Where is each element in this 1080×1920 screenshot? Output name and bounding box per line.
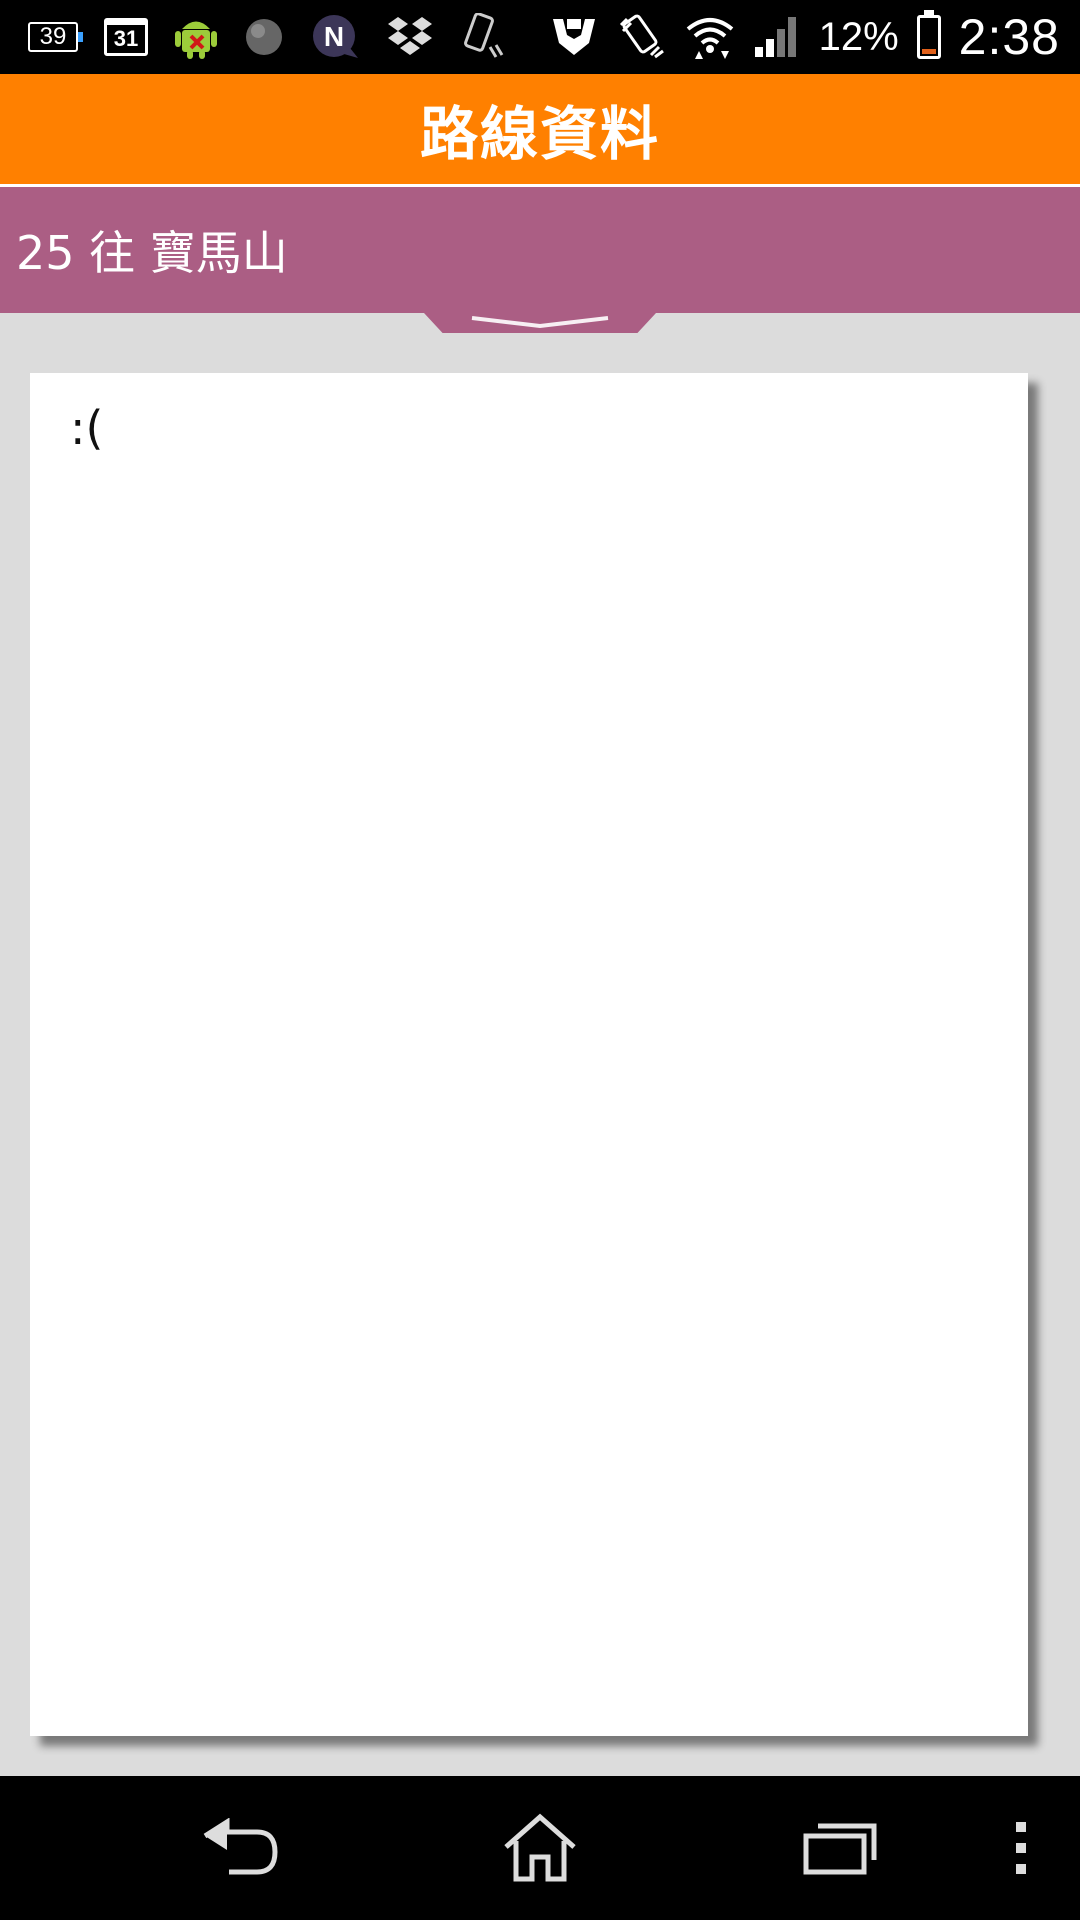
back-button[interactable] [186, 1806, 296, 1890]
notification-count-icon: 39 [28, 14, 83, 60]
status-clock: 2:38 [958, 9, 1060, 65]
content-card: :( [30, 373, 1028, 1736]
route-header[interactable]: 25 往 寶馬山 [0, 187, 1080, 313]
empty-state-message: :( [70, 401, 104, 455]
calendar-day: 31 [104, 18, 148, 56]
signal-icon [753, 14, 801, 60]
back-icon [203, 1818, 278, 1875]
recent-apps-icon [803, 1823, 877, 1875]
recent-apps-button[interactable] [785, 1806, 895, 1890]
app-screen: 39 31 N 12% 2:38 路線資料 25 往 寶馬山:( [0, 0, 1080, 1920]
dropbox-icon [386, 14, 434, 60]
battery-percent: 12% [818, 14, 899, 59]
sphere-icon [244, 14, 284, 60]
calendar-icon: 31 [104, 14, 148, 60]
overflow-menu-icon [1016, 1822, 1026, 1874]
svg-text:N: N [324, 21, 344, 52]
chevron-down-icon [471, 316, 609, 329]
vibrate-icon [617, 14, 667, 60]
home-icon [504, 1813, 576, 1882]
status-bar-notifications: 39 31 N [28, 0, 504, 74]
route-label: 25 往 寶馬山 [16, 226, 288, 280]
status-bar: 39 31 N 12% 2:38 [0, 0, 1080, 74]
overflow-menu-button[interactable] [966, 1806, 1076, 1890]
title-bar: 路線資料 [0, 74, 1080, 184]
n-app-icon: N [310, 14, 360, 60]
route-expand-tab[interactable] [424, 313, 656, 333]
android-debug-icon [174, 14, 218, 60]
shield-hands-icon [549, 14, 599, 60]
wifi-icon [685, 14, 735, 60]
home-button[interactable] [485, 1806, 595, 1890]
notification-count: 39 [28, 22, 83, 52]
battery-icon [916, 10, 941, 60]
navigation-bar [0, 1776, 1080, 1920]
page-title: 路線資料 [419, 100, 660, 168]
status-bar-system: 12% 2:38 [549, 0, 1060, 74]
phone-tilt-icon [460, 13, 504, 60]
